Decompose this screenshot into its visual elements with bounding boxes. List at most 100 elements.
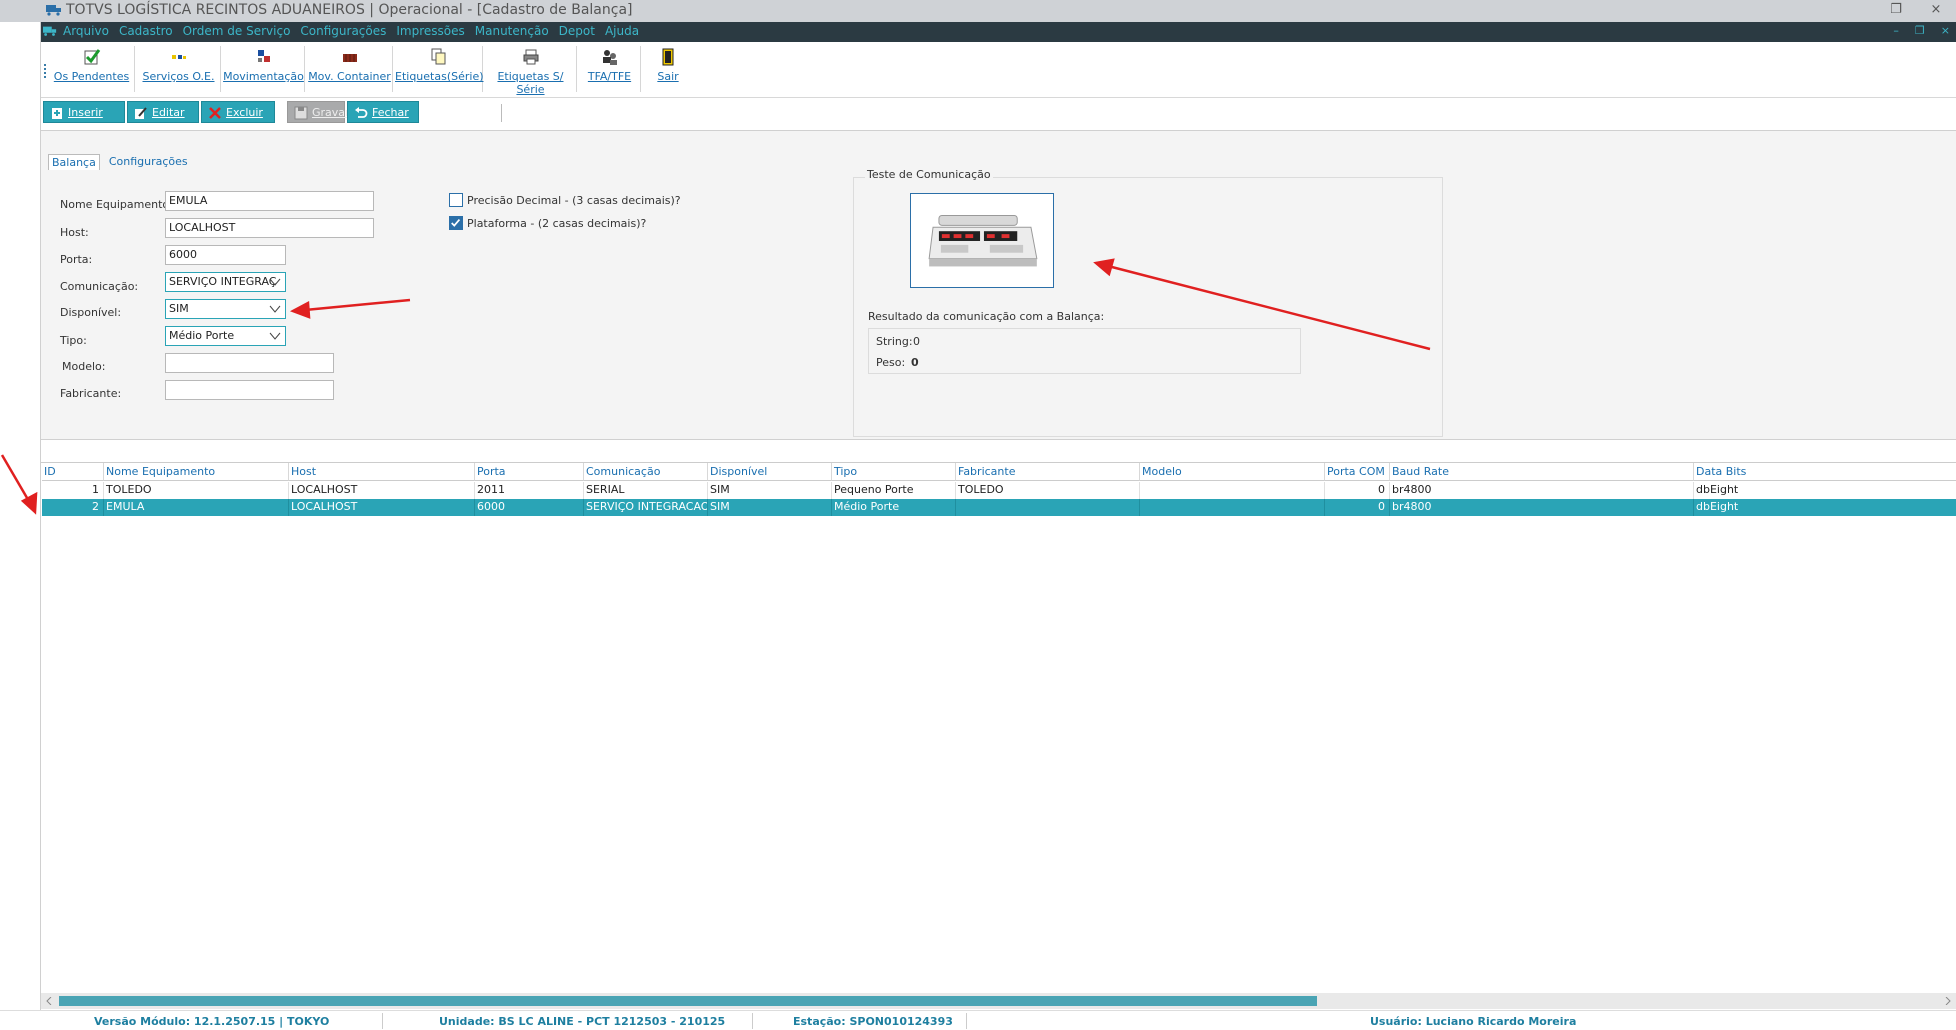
peso-value: 0 (911, 356, 919, 369)
result-label: Resultado da comunicação com a Balança: (868, 310, 1105, 323)
cell-nome: TOLEDO (104, 482, 289, 499)
peso-label: Peso: (876, 356, 906, 369)
toolbar-grip[interactable] (44, 64, 47, 78)
delete-button[interactable]: Excluir (201, 101, 275, 123)
precisao-decimal-checkbox[interactable] (449, 193, 463, 207)
sair-label: Sair (657, 70, 679, 83)
scale-icon (928, 215, 1038, 267)
comunicacao-value: SERVIÇO INTEGRAÇ (169, 275, 277, 288)
cell-porta-com: 0 (1325, 482, 1390, 499)
comunicacao-select[interactable]: SERVIÇO INTEGRAÇ (165, 272, 286, 292)
panel-divider[interactable] (41, 439, 1956, 461)
col-header-baud-rate[interactable]: Baud Rate (1390, 463, 1694, 481)
cell-id: 1 (42, 482, 104, 499)
scroll-right-icon[interactable] (1944, 997, 1952, 1005)
servicos-oe-button[interactable]: Serviços O.E. (137, 46, 221, 92)
nome-equipamento-input[interactable]: EMULA (165, 191, 374, 211)
menu-manutencao[interactable]: Manutenção (475, 24, 549, 38)
tools-icon (171, 55, 186, 59)
tab-balanca[interactable]: Balança (48, 154, 100, 170)
save-button[interactable]: Gravar (287, 101, 350, 123)
nome-equipamento-label: Nome Equipamento: (60, 198, 173, 211)
plataforma-checkbox[interactable] (449, 216, 463, 230)
horizontal-scrollbar[interactable] (41, 993, 1956, 1009)
sair-button[interactable]: Sair (643, 46, 693, 92)
etiquetas-serie-button[interactable]: Etiquetas(Série) (395, 46, 484, 92)
etiquetas-sem-serie-label: Etiquetas S/ Série (497, 70, 564, 96)
container-icon (342, 54, 357, 62)
disponivel-label: Disponível: (60, 306, 122, 319)
menu-impressoes[interactable]: Impressões (396, 24, 464, 38)
col-header-tipo[interactable]: Tipo (832, 463, 956, 481)
cell-comunicacao: SERVIÇO INTEGRACAO (584, 499, 708, 516)
col-header-porta-com[interactable]: Porta COM (1325, 463, 1390, 481)
table-row[interactable]: 1 TOLEDO LOCALHOST 2011 SERIAL SIM Peque… (42, 482, 1956, 499)
tipo-select[interactable]: Médio Porte (165, 326, 286, 346)
result-box: String: 0 Peso: 0 (868, 328, 1301, 374)
string-label: String: (876, 335, 913, 348)
col-header-modelo[interactable]: Modelo (1140, 463, 1325, 481)
col-header-comunicacao[interactable]: Comunicação (584, 463, 708, 481)
scroll-left-icon[interactable] (45, 997, 53, 1005)
status-versao: Versão Módulo: 12.1.2507.15 | TOKYO (94, 1015, 330, 1028)
col-header-id[interactable]: ID (42, 463, 104, 481)
edit-button[interactable]: Editar (127, 101, 199, 123)
menu-arquivo[interactable]: Arquivo (63, 24, 109, 38)
mdi-minimize-button[interactable]: – (1893, 24, 1899, 37)
people-icon (602, 50, 617, 65)
modelo-input[interactable] (165, 353, 334, 373)
col-header-porta[interactable]: Porta (475, 463, 584, 481)
menu-bar: Arquivo Cadastro Ordem de Serviço Config… (41, 22, 1956, 42)
edit-label: Editar (152, 106, 185, 119)
plataforma-label: Plataforma - (2 casas decimais)? (467, 217, 647, 230)
restore-button[interactable]: ❐ (1876, 0, 1916, 22)
cell-baud-rate: br4800 (1390, 499, 1694, 516)
close-form-button[interactable]: Fechar (347, 101, 419, 123)
menu-ordem-servico[interactable]: Ordem de Serviço (183, 24, 291, 38)
scale-test-button[interactable] (910, 193, 1054, 288)
col-header-host[interactable]: Host (289, 463, 475, 481)
teste-comunicacao-title: Teste de Comunicação (865, 168, 993, 181)
col-header-disponivel[interactable]: Disponível (708, 463, 832, 481)
status-separator (752, 1013, 753, 1029)
os-pendentes-button[interactable]: Os Pendentes (49, 46, 135, 92)
menu-cadastro[interactable]: Cadastro (119, 24, 173, 38)
fabricante-input[interactable] (165, 380, 334, 400)
scrollbar-thumb[interactable] (59, 996, 1317, 1006)
cell-porta: 6000 (475, 499, 584, 516)
disponivel-select[interactable]: SIM (165, 299, 286, 319)
table-row-selected[interactable]: 2 EMULA LOCALHOST 6000 SERVIÇO INTEGRACA… (42, 499, 1956, 516)
host-input[interactable]: LOCALHOST (165, 218, 374, 238)
string-value: 0 (913, 335, 920, 348)
balanca-grid: ID Nome Equipamento Host Porta Comunicaç… (41, 462, 1956, 996)
col-header-data-bits[interactable]: Data Bits (1694, 463, 1956, 481)
close-button[interactable]: × (1916, 0, 1956, 22)
comunicacao-label: Comunicação: (60, 280, 139, 293)
tab-configuracoes[interactable]: Configurações (106, 154, 191, 170)
mdi-restore-button[interactable]: ❐ (1915, 24, 1925, 37)
checkmark-icon (451, 219, 461, 227)
insert-button[interactable]: Inserir (43, 101, 125, 123)
col-header-fabricante[interactable]: Fabricante (956, 463, 1140, 481)
move-icon (257, 50, 270, 62)
edit-icon (135, 107, 147, 119)
etiquetas-sem-serie-button[interactable]: Etiquetas S/ Série (485, 46, 577, 96)
tfa-tfe-label: TFA/TFE (587, 70, 632, 83)
cell-tipo: Pequeno Porte (832, 482, 956, 499)
menu-depot[interactable]: Depot (559, 24, 595, 38)
mdi-close-button[interactable]: × (1941, 24, 1950, 37)
mov-container-button[interactable]: Mov. Container (307, 46, 393, 92)
menu-configuracoes[interactable]: Configurações (300, 24, 386, 38)
porta-input[interactable]: 6000 (165, 245, 286, 265)
chevron-down-icon (269, 305, 281, 313)
cell-data-bits: dbEight (1696, 500, 1739, 513)
tfa-tfe-button[interactable]: TFA/TFE (579, 46, 641, 92)
exit-door-icon (662, 48, 674, 66)
movimentacao-button[interactable]: Movimentação (223, 46, 305, 92)
servicos-oe-label: Serviços O.E. (142, 70, 215, 83)
host-label: Host: (60, 226, 89, 239)
menu-ajuda[interactable]: Ajuda (605, 24, 639, 38)
precisao-decimal-label: Precisão Decimal - (3 casas decimais)? (467, 194, 681, 207)
action-bar: Inserir Editar Excluir Gravar Fechar (41, 98, 1956, 131)
col-header-nome[interactable]: Nome Equipamento (104, 463, 289, 481)
